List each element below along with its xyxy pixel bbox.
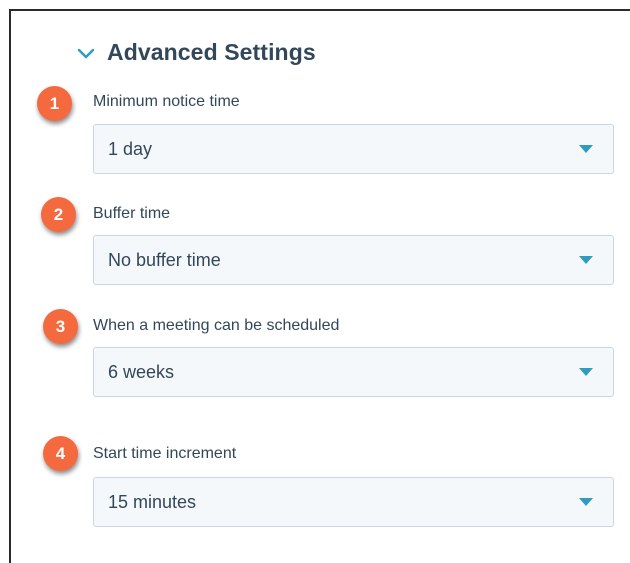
select-value: No buffer time	[108, 249, 221, 270]
caret-down-icon	[579, 498, 593, 506]
minimum-notice-time-select[interactable]: 1 day	[93, 124, 614, 174]
select-value: 15 minutes	[108, 491, 197, 512]
caret-down-icon	[579, 368, 593, 376]
buffer-time-label: Buffer time	[93, 205, 171, 222]
buffer-time-select[interactable]: No buffer time	[93, 235, 614, 285]
caret-down-icon	[579, 145, 593, 153]
step-badge-3: 3	[43, 309, 78, 344]
start-time-increment-label: Start time increment	[93, 445, 237, 462]
settings-panel: Advanced Settings 1 Minimum notice time …	[9, 9, 630, 563]
caret-down-icon	[579, 256, 593, 264]
chevron-down-icon[interactable]	[75, 42, 97, 64]
advanced-settings-header[interactable]: Advanced Settings	[75, 39, 316, 66]
step-badge-4: 4	[43, 436, 78, 471]
start-time-increment-select[interactable]: 15 minutes	[93, 477, 614, 527]
select-value: 1 day	[108, 138, 153, 159]
minimum-notice-time-label: Minimum notice time	[93, 93, 240, 110]
section-title: Advanced Settings	[107, 39, 316, 65]
select-value: 6 weeks	[108, 361, 175, 382]
meeting-scheduling-window-label: When a meeting can be scheduled	[93, 317, 340, 334]
meeting-scheduling-window-select[interactable]: 6 weeks	[93, 347, 614, 397]
step-badge-1: 1	[37, 86, 72, 121]
step-badge-2: 2	[41, 197, 76, 232]
